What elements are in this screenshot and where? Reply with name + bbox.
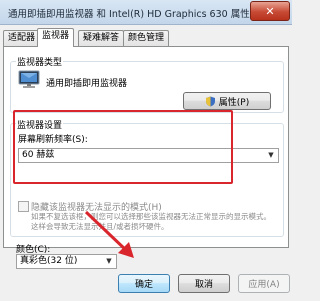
monitor-icon [18,70,40,88]
monitor-name: 通用即插即用监视器 [46,79,128,89]
ok-button[interactable]: 确定 [118,274,170,293]
close-button[interactable]: ✕ [250,1,290,21]
apply-button[interactable]: 应用(A) [238,274,290,293]
tab-adapter[interactable]: 适配器 [3,30,41,46]
close-icon: ✕ [265,4,275,18]
window-title: 通用即插即用监视器 和 Intel(R) HD Graphics 630 属性 [8,9,250,20]
highlight-box [13,110,233,184]
tab-monitor[interactable]: 监视器 [37,28,75,47]
chevron-down-icon: ▼ [268,151,274,159]
cancel-button[interactable]: 取消 [178,274,230,293]
title-bar: 通用即插即用监视器 和 Intel(R) HD Graphics 630 属性 … [0,0,292,25]
properties-button-label: 属性(P) [218,97,250,108]
colors-value: 真彩色(32 位) [20,256,78,266]
tab-troubleshoot[interactable]: 疑难解答 [78,30,125,46]
hide-modes-checkbox[interactable] [18,201,29,212]
warning-text: 如果不复选该框，则您可以选择那些该监视器无法正常显示的显示模式。这样会导致无法显… [31,212,271,231]
tab-color-management[interactable]: 颜色管理 [123,30,170,46]
shield-icon [205,96,215,106]
tab-strip: 适配器 监视器 疑难解答 颜色管理 [3,28,289,47]
monitor-type-label: 监视器类型 [16,55,64,68]
red-arrow-icon [84,210,134,258]
properties-button[interactable]: 属性(P) [183,92,271,110]
